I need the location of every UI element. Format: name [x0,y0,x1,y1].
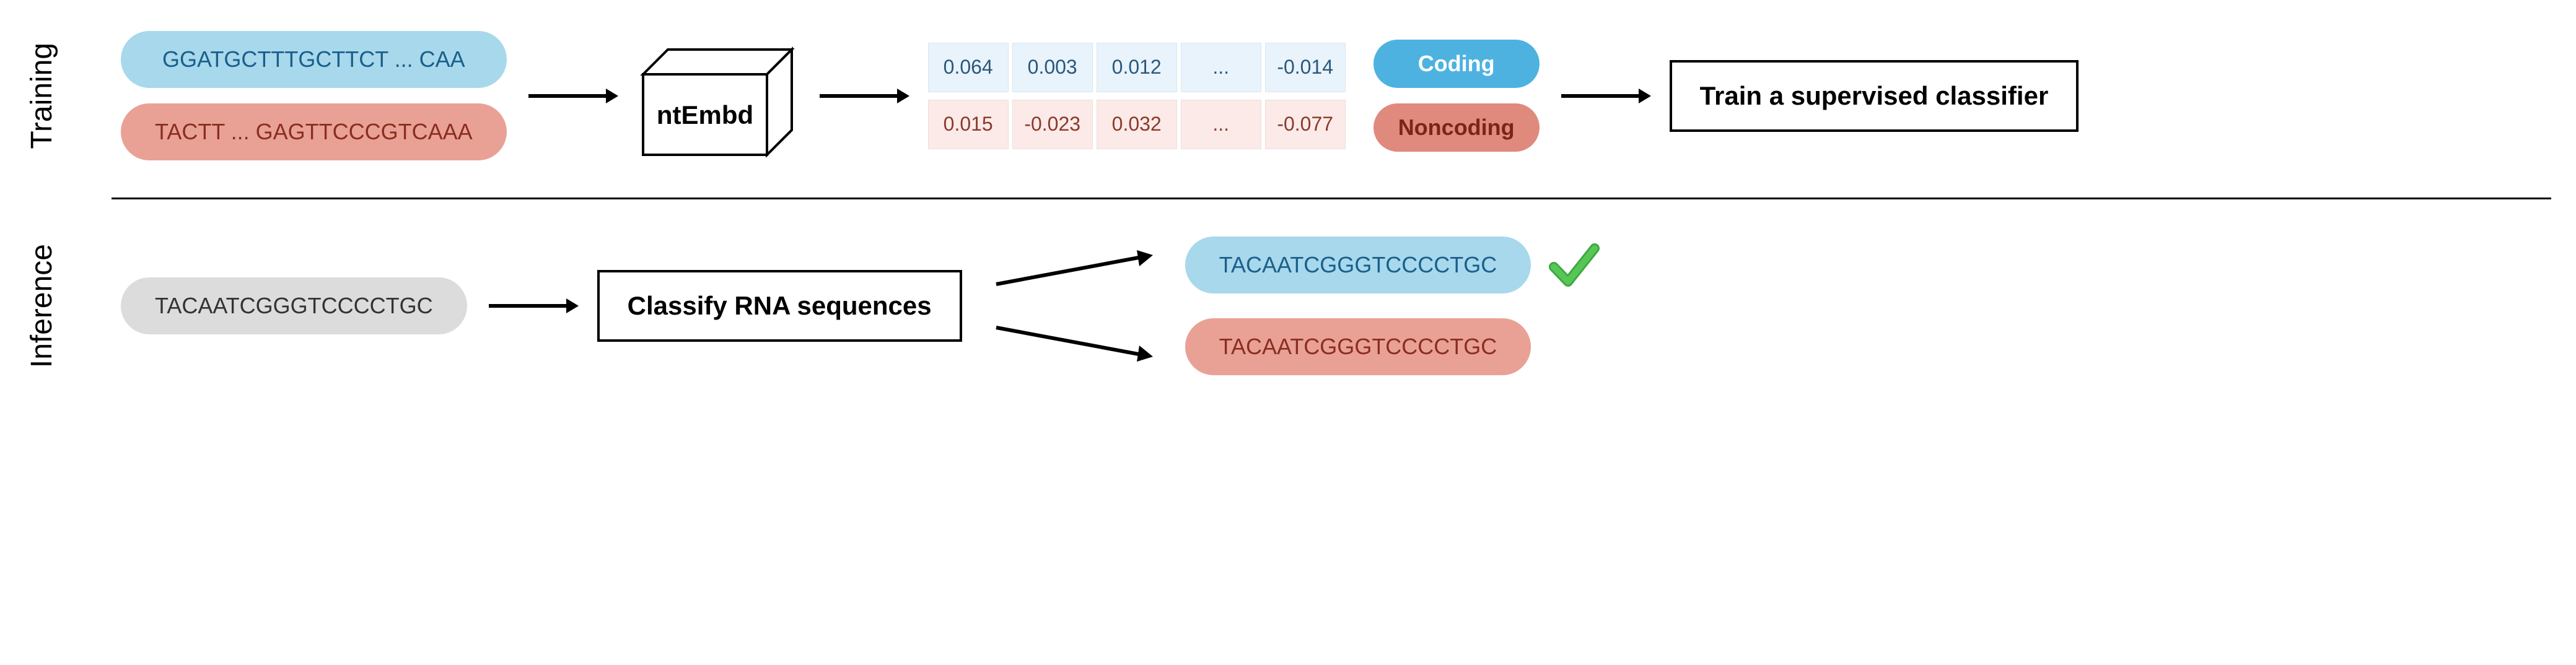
inference-outputs: TACAATCGGGTCCCCTGC TACAATCGGGTCCCCTGC [1185,237,1603,375]
training-section: Training GGATGCTTTGCTTCT ... CAA TACTT .… [25,12,2551,179]
training-flow: GGATGCTTTGCTTCT ... CAA TACTT ... GAGTTC… [121,31,2551,160]
training-label: Training [25,43,59,149]
arrow-icon [1558,84,1651,108]
class-labels: Coding Noncoding [1373,40,1540,152]
embedding-cell: ... [1181,100,1261,149]
arrow-down-icon [993,324,1154,362]
embedding-cell: -0.077 [1265,100,1346,149]
embedding-cell: ... [1181,43,1261,92]
noncoding-label-pill: Noncoding [1373,103,1540,152]
embedding-cell: 0.015 [928,100,1009,149]
arrow-icon [486,293,579,318]
classifier-box: Train a supervised classifier [1670,60,2079,132]
arrow-icon [525,84,618,108]
inference-input-pill: TACAATCGGGTCCCCTGC [121,277,467,334]
inference-flow: TACAATCGGGTCCCCTGC Classify RNA sequence… [121,237,2551,375]
split-arrows [993,250,1154,362]
arrow-icon [817,84,909,108]
embedding-cell: 0.003 [1012,43,1093,92]
ntembd-model-box: ntEmbd [637,43,798,149]
sequence-noncoding-pill: TACTT ... GAGTTCCCGTCAAA [121,103,507,160]
embeddings-table: 0.064 0.003 0.012 ... -0.014 0.015 -0.02… [928,43,1346,149]
coding-label-pill: Coding [1373,40,1540,88]
sequence-coding-pill: GGATGCTTTGCTTCT ... CAA [121,31,507,88]
inference-section: Inference TACAATCGGGTCCCCTGC Classify RN… [25,218,2551,394]
checkmark-icon [1546,237,1602,293]
training-sequences: GGATGCTTTGCTTCT ... CAA TACTT ... GAGTTC… [121,31,507,160]
embedding-row-coding: 0.064 0.003 0.012 ... -0.014 [928,43,1346,92]
inference-output-coding: TACAATCGGGTCCCCTGC [1185,237,1603,293]
embedding-row-noncoding: 0.015 -0.023 0.032 ... -0.077 [928,100,1346,149]
inference-output-noncoding: TACAATCGGGTCCCCTGC [1185,318,1603,375]
classify-box: Classify RNA sequences [597,270,962,342]
inference-label: Inference [25,244,59,368]
output-noncoding-pill: TACAATCGGGTCCCCTGC [1185,318,1531,375]
embedding-cell: -0.023 [1012,100,1093,149]
output-coding-pill: TACAATCGGGTCCCCTGC [1185,237,1531,293]
embedding-cell: 0.064 [928,43,1009,92]
embedding-cell: 0.032 [1097,100,1177,149]
embedding-cell: 0.012 [1097,43,1177,92]
arrow-up-icon [993,250,1154,287]
ntembd-text: ntEmbd [657,100,753,129]
embedding-cell: -0.014 [1265,43,1346,92]
section-divider [112,198,2551,199]
